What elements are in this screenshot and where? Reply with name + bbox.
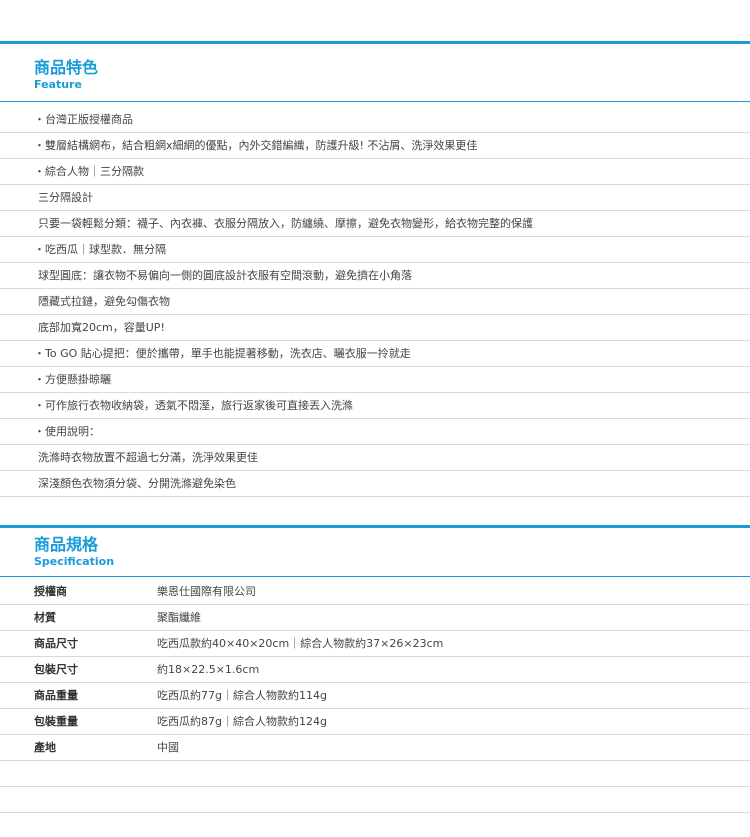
spec-label: 商品重量 xyxy=(34,689,78,702)
spec-value: 中國 xyxy=(157,741,179,754)
spec-row: 授權商 樂恩仕國際有限公司 xyxy=(0,579,750,605)
spec-header-rule xyxy=(0,576,750,577)
spec-row: 產地 中國 xyxy=(0,735,750,761)
spec-label: 包裝重量 xyxy=(34,715,78,728)
feature-item: ・使用說明： xyxy=(0,419,750,445)
feature-item-text: 隱藏式拉鏈，避免勾傷衣物 xyxy=(38,295,170,308)
spec-value: 樂恩仕國際有限公司 xyxy=(157,585,256,598)
spec-row xyxy=(0,761,750,787)
feature-item: 洗滌時衣物放置不超過七分滿，洗淨效果更佳 xyxy=(0,445,750,471)
feature-item: ・To GO 貼心提把：便於攜帶，單手也能提著移動，洗衣店、曬衣服一拎就走 xyxy=(0,341,750,367)
spec-subtitle: Specification xyxy=(34,555,115,568)
feature-item: ・吃西瓜｜球型款．無分隔 xyxy=(0,237,750,263)
feature-item: ・雙層結構網布，結合粗網x細網的優點，內外交錯編織，防護升級! 不沾屑、洗淨效果… xyxy=(0,133,750,159)
feature-item: 球型圓底：讓衣物不易偏向一側的圓底設計衣服有空間滾動，避免擠在小角落 xyxy=(0,263,750,289)
feature-title: 商品特色 xyxy=(34,58,99,77)
feature-item: 三分隔設計 xyxy=(0,185,750,211)
feature-item-text: 球型圓底：讓衣物不易偏向一側的圓底設計衣服有空間滾動，避免擠在小角落 xyxy=(38,269,412,282)
spec-label: 包裝尺寸 xyxy=(34,663,78,676)
feature-item-text: 三分隔設計 xyxy=(38,191,93,204)
feature-item: ・可作旅行衣物收納袋，透氣不悶溼，旅行返家後可直接丟入洗滌 xyxy=(0,393,750,419)
feature-item: 隱藏式拉鏈，避免勾傷衣物 xyxy=(0,289,750,315)
spec-value: 約18×22.5×1.6cm xyxy=(157,663,260,676)
spec-value: 吃西瓜約77g｜綜合人物款約114g xyxy=(157,689,327,702)
feature-item-text: ・雙層結構網布，結合粗網x細網的優點，內外交錯編織，防護升級! 不沾屑、洗淨效果… xyxy=(34,139,478,152)
spec-value: 吃西瓜約87g｜綜合人物款約124g xyxy=(157,715,327,728)
spec-value: 吃西瓜款約40×40×20cm｜綜合人物款約37×26×23cm xyxy=(157,637,444,650)
feature-item-text: 洗滌時衣物放置不超過七分滿，洗淨效果更佳 xyxy=(38,451,258,464)
spec-row xyxy=(0,787,750,813)
feature-item-text: ・可作旅行衣物收納袋，透氣不悶溼，旅行返家後可直接丟入洗滌 xyxy=(34,399,353,412)
spec-value: 聚酯纖維 xyxy=(157,611,201,624)
spec-label: 商品尺寸 xyxy=(34,637,78,650)
feature-item: 底部加寬20cm，容量UP! xyxy=(0,315,750,341)
feature-item: ・台灣正版授權商品 xyxy=(0,107,750,133)
spec-row: 材質 聚酯纖維 xyxy=(0,605,750,631)
feature-item-text: 深淺顏色衣物須分袋、分開洗滌避免染色 xyxy=(38,477,236,490)
spec-title: 商品規格 xyxy=(34,535,99,554)
feature-item: 只要一袋輕鬆分類：襪子、內衣褲、衣服分隔放入，防纏繞、摩擦，避免衣物變形，給衣物… xyxy=(0,211,750,237)
feature-top-bar xyxy=(0,41,750,44)
feature-item-text: ・吃西瓜｜球型款．無分隔 xyxy=(34,243,166,256)
feature-item-text: ・方便懸掛晾曬 xyxy=(34,373,111,386)
feature-item-text: 只要一袋輕鬆分類：襪子、內衣褲、衣服分隔放入，防纏繞、摩擦，避免衣物變形，給衣物… xyxy=(38,217,533,230)
spec-row: 商品重量 吃西瓜約77g｜綜合人物款約114g xyxy=(0,683,750,709)
feature-item-text: ・台灣正版授權商品 xyxy=(34,113,133,126)
feature-item: 深淺顏色衣物須分袋、分開洗滌避免染色 xyxy=(0,471,750,497)
feature-item-text: ・使用說明： xyxy=(34,425,100,438)
spec-row: 包裝重量 吃西瓜約87g｜綜合人物款約124g xyxy=(0,709,750,735)
spec-label: 授權商 xyxy=(34,585,67,598)
spec-label: 材質 xyxy=(34,611,56,624)
feature-item: ・方便懸掛晾曬 xyxy=(0,367,750,393)
feature-header-rule xyxy=(0,101,750,102)
feature-item-text: ・To GO 貼心提把：便於攜帶，單手也能提著移動，洗衣店、曬衣服一拎就走 xyxy=(34,347,411,360)
spec-row: 包裝尺寸 約18×22.5×1.6cm xyxy=(0,657,750,683)
feature-item: ・綜合人物｜三分隔款 xyxy=(0,159,750,185)
feature-item-text: ・綜合人物｜三分隔款 xyxy=(34,165,144,178)
feature-item-text: 底部加寬20cm，容量UP! xyxy=(38,321,165,334)
spec-top-bar xyxy=(0,525,750,528)
spec-row: 商品尺寸 吃西瓜款約40×40×20cm｜綜合人物款約37×26×23cm xyxy=(0,631,750,657)
feature-subtitle: Feature xyxy=(34,78,82,91)
spec-label: 產地 xyxy=(34,741,56,754)
